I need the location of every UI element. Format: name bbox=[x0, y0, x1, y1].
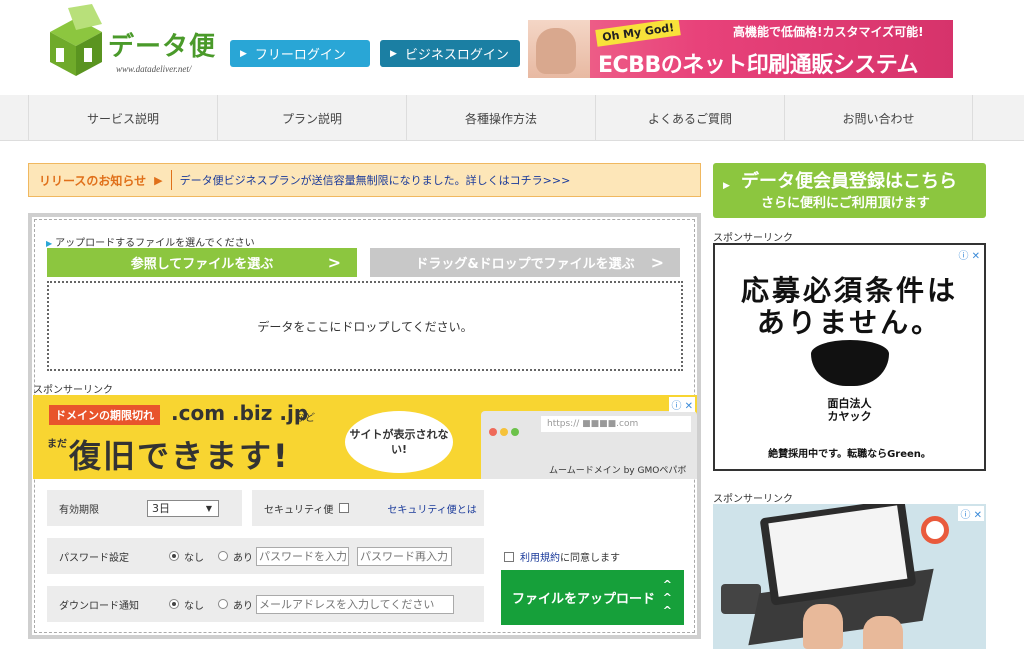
house-box-icon bbox=[50, 4, 102, 76]
notice-link[interactable]: データ便ビジネスプランが送信容量無制限になりました。詳しくはコチラ>>> bbox=[180, 172, 571, 188]
ad1-mada: まだ bbox=[47, 439, 67, 450]
kayac-ad[interactable]: 応募必須条件は ありません。 面白法人 カヤック 絶賛採用中です。転職ならGre… bbox=[713, 243, 986, 471]
ad1-tag: ドメインの期限切れ bbox=[49, 405, 160, 425]
ad2-line2: ありません。 bbox=[756, 306, 943, 339]
mouth-logo-icon bbox=[811, 340, 889, 386]
triangle-right-icon: ▶ bbox=[46, 239, 53, 248]
radio-none-label: なし bbox=[184, 600, 204, 612]
ad-main-text: ECBBのネット印刷通販システム bbox=[598, 53, 919, 78]
logo-url: www.datadeliver.net/ bbox=[116, 64, 192, 74]
logo-text: データ便 bbox=[108, 32, 217, 62]
chevron-right-icon: > bbox=[650, 253, 664, 272]
ad2-footer: 絶賛採用中です。転職ならGreen。 bbox=[768, 449, 931, 460]
password-row: パスワード設定 なし あり bbox=[47, 538, 484, 574]
download-notify-label: ダウンロード通知 bbox=[59, 600, 139, 612]
upload-panel: ▶ アップロードするファイルを選んでください 参照してファイルを選ぶ > ドラッグ… bbox=[28, 213, 701, 639]
security-row: セキュリティ便 セキュリティ便とは bbox=[252, 490, 484, 526]
agree-terms: 利用規約 に同意します bbox=[504, 549, 620, 564]
password-none-radio[interactable] bbox=[169, 551, 179, 561]
chevron-up-icon: ^ ^ ^ bbox=[662, 578, 672, 617]
select-file-label: ▶ アップロードするファイルを選んでください bbox=[46, 238, 255, 249]
browse-file-button[interactable]: 参照してファイルを選ぶ > bbox=[47, 248, 357, 277]
triangle-right-icon: ▶ bbox=[390, 48, 397, 59]
ad-tag: Oh My God! bbox=[595, 20, 682, 47]
agree-text: に同意します bbox=[560, 553, 620, 564]
nav-faq[interactable]: よくあるご質問 bbox=[595, 95, 784, 141]
triangle-right-icon: ▶ bbox=[723, 181, 730, 191]
ad-headline: 高機能で低価格!カスタマイズ可能! bbox=[733, 25, 924, 39]
domain-ad-banner[interactable]: ドメインの期限切れ .com .biz .jp など まだ 復旧できます! サイ… bbox=[33, 395, 697, 479]
nav-contact[interactable]: お問い合わせ bbox=[784, 95, 973, 141]
radio-yes-label: あり bbox=[233, 552, 253, 564]
notify-none-radio[interactable] bbox=[169, 599, 179, 609]
member-register-button[interactable]: ▶ データ便会員登録はこちら さらに便利にご利用頂けます bbox=[713, 163, 986, 218]
ad1-nado: など bbox=[295, 413, 315, 424]
ad1-bubble: サイトが表示されない! bbox=[345, 411, 453, 473]
coffee-cup-icon bbox=[921, 516, 949, 544]
security-checkbox[interactable] bbox=[339, 503, 350, 513]
divider bbox=[170, 170, 172, 190]
nav-service[interactable]: サービス説明 bbox=[28, 95, 217, 141]
sponsor-label: スポンサーリンク bbox=[33, 385, 113, 396]
hand-image bbox=[863, 616, 903, 649]
triangle-right-icon: ▶ bbox=[154, 173, 163, 187]
free-login-button[interactable]: ▶ フリーログイン bbox=[230, 40, 370, 67]
radio-yes-label: あり bbox=[233, 600, 253, 612]
download-notify-row: ダウンロード通知 なし あり bbox=[47, 586, 484, 622]
release-notice: リリースのお知らせ ▶ データ便ビジネスプランが送信容量無制限になりました。詳し… bbox=[28, 163, 701, 197]
ad-choices-icon[interactable]: ⓘ ✕ bbox=[669, 397, 695, 412]
drop-zone[interactable]: データをここにドロップしてください。 bbox=[47, 281, 683, 371]
upload-button[interactable]: ファイルをアップロード ^ ^ ^ bbox=[501, 570, 684, 625]
drag-drop-button[interactable]: ドラッグ&ドロップでファイルを選ぶ > bbox=[370, 248, 680, 277]
ad1-main: 復旧できます! bbox=[69, 437, 290, 475]
site-logo[interactable]: データ便 www.datadeliver.net/ bbox=[46, 4, 226, 78]
nav-plan[interactable]: プラン説明 bbox=[217, 95, 406, 141]
password-input[interactable] bbox=[256, 546, 349, 566]
register-line2: さらに便利にご利用頂けます bbox=[761, 196, 930, 211]
ad1-brand: ムームードメイン by GMOペパボ bbox=[549, 466, 687, 476]
header: データ便 www.datadeliver.net/ ▶ フリーログイン ▶ ビジ… bbox=[0, 0, 1024, 95]
agree-checkbox[interactable] bbox=[504, 551, 514, 562]
terms-link[interactable]: 利用規約 bbox=[520, 549, 560, 564]
business-login-button[interactable]: ▶ ビジネスログイン bbox=[380, 40, 520, 67]
ad-choices-icon[interactable]: ⓘ ✕ bbox=[956, 247, 982, 262]
top-banner-ad[interactable]: Oh My God! 高機能で低価格!カスタマイズ可能! ECBBのネット印刷通… bbox=[528, 20, 953, 78]
email-input[interactable] bbox=[256, 594, 454, 614]
ad1-url: https:// ■■■■.com bbox=[541, 416, 691, 432]
business-login-label: ビジネスログイン bbox=[404, 48, 509, 63]
security-info-link[interactable]: セキュリティ便とは bbox=[387, 501, 476, 516]
expiry-select[interactable]: 3日 ▼ bbox=[147, 499, 219, 517]
free-login-label: フリーログイン bbox=[254, 48, 346, 63]
notify-yes-radio[interactable] bbox=[218, 599, 228, 609]
password-yes-radio[interactable] bbox=[218, 551, 228, 561]
nav-operations[interactable]: 各種操作方法 bbox=[406, 95, 595, 141]
ad-choices-icon[interactable]: ⓘ ✕ bbox=[958, 506, 984, 521]
register-line1: データ便会員登録はこちら bbox=[741, 171, 957, 192]
expiry-label: 有効期限 bbox=[59, 504, 99, 516]
laptop-ad-image[interactable]: ⓘ ✕ bbox=[713, 504, 986, 649]
notice-label: リリースのお知らせ bbox=[39, 173, 147, 188]
ad1-browser-image: https:// ■■■■.com ムームードメイン by GMOペパボ bbox=[481, 411, 697, 479]
password-label: パスワード設定 bbox=[59, 552, 129, 564]
ad1-domains: .com .biz .jp bbox=[171, 401, 309, 425]
radio-none-label: なし bbox=[184, 552, 204, 564]
drop-zone-text: データをここにドロップしてください。 bbox=[257, 319, 473, 334]
hand-image bbox=[803, 604, 843, 649]
security-label: セキュリティ便 bbox=[264, 504, 334, 516]
ad-person-image bbox=[528, 20, 590, 78]
chevron-down-icon: ▼ bbox=[205, 503, 212, 513]
sponsor-label: スポンサーリンク bbox=[713, 494, 793, 505]
expiry-row: 有効期限 3日 ▼ bbox=[47, 490, 242, 526]
main-nav: サービス説明 プラン説明 各種操作方法 よくあるご質問 お問い合わせ bbox=[0, 95, 1024, 141]
password-confirm-input[interactable] bbox=[357, 546, 452, 566]
browser-dots-icon bbox=[489, 421, 522, 440]
triangle-right-icon: ▶ bbox=[240, 48, 247, 59]
ad2-company: 面白法人 カヤック bbox=[827, 397, 872, 424]
chevron-right-icon: > bbox=[327, 253, 341, 272]
sponsor-label: スポンサーリンク bbox=[713, 233, 793, 244]
